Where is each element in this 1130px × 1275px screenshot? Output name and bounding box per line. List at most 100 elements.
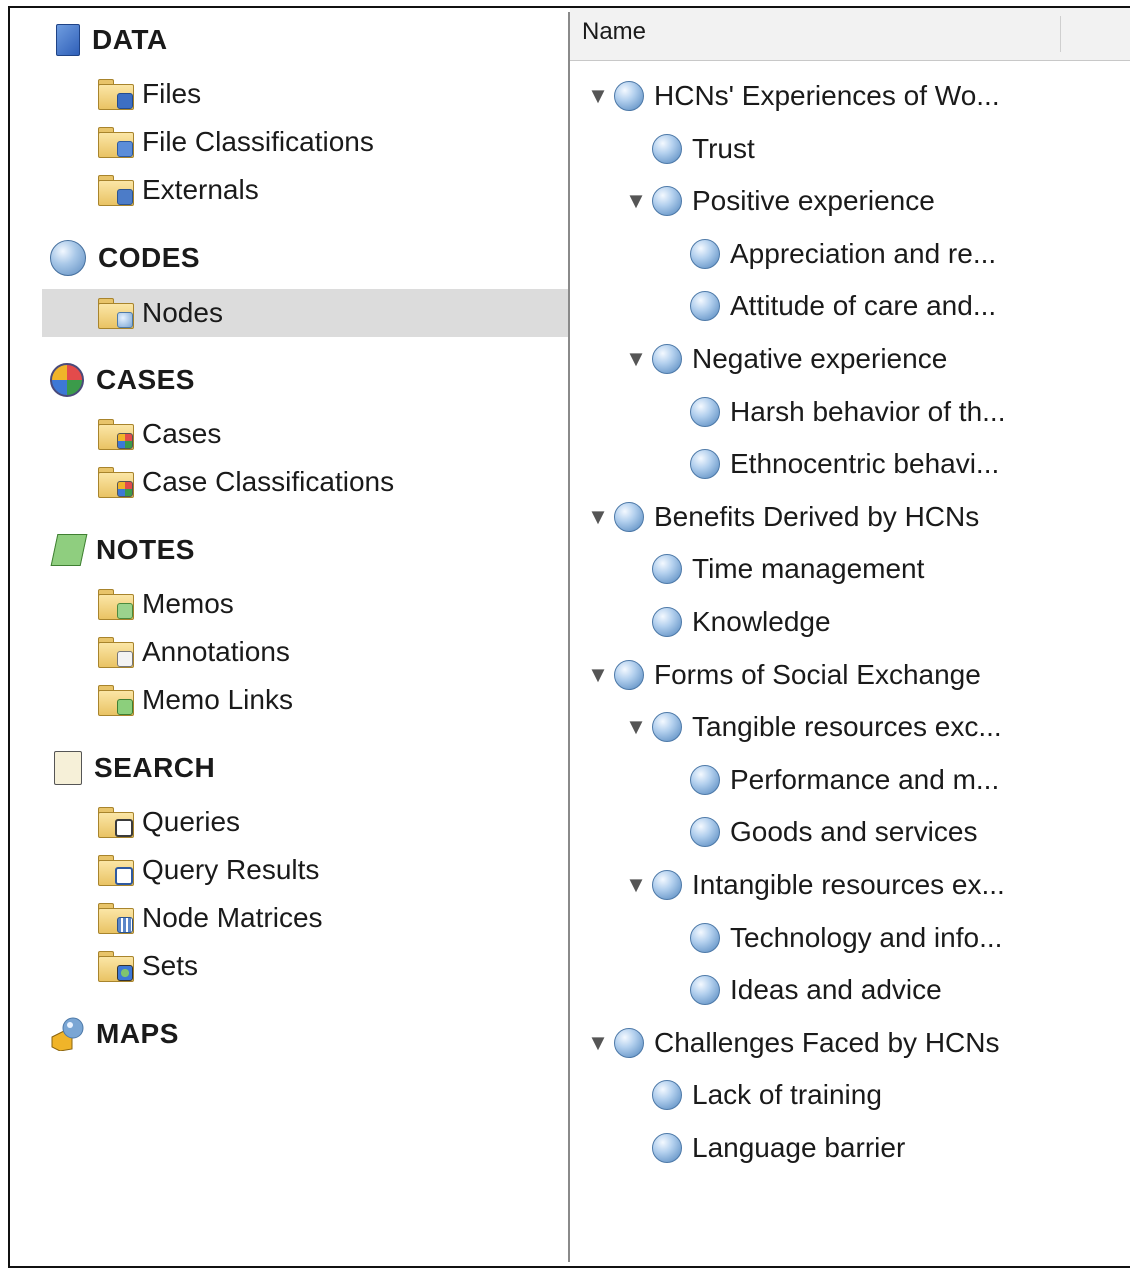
tree-row[interactable]: ▼Ethnocentric behavi... (662, 442, 999, 486)
tree-row-label: Technology and info... (730, 921, 1003, 953)
notepad-icon (50, 534, 88, 566)
expand-triangle-icon[interactable]: ▼ (624, 188, 648, 213)
maps-shapes-icon (51, 1017, 84, 1051)
sidebar-item-label: File Classifications (142, 126, 374, 157)
tree-row-label: Appreciation and re... (730, 237, 997, 269)
sidebar-item-nodes[interactable]: Nodes (42, 289, 568, 337)
tree-row[interactable]: ▼Harsh behavior of th... (662, 390, 1005, 434)
folder-sets-icon (98, 951, 134, 982)
folder-memos-icon (98, 589, 134, 620)
node-ball-icon (50, 240, 86, 276)
tree-row-label: Lack of training (692, 1079, 882, 1111)
sidebar-item-file-classifications[interactable]: File Classifications (10, 118, 568, 166)
sidebar-item-annotations[interactable]: Annotations (10, 628, 568, 676)
node-ball-icon (652, 186, 682, 217)
tree-row[interactable]: ▼ Positive experience (624, 179, 935, 223)
tree-row[interactable]: ▼ Negative experience (624, 337, 947, 381)
tree-row[interactable]: ▼Lack of training (624, 1073, 882, 1117)
node-ball-icon (690, 817, 720, 848)
sidebar-item-label: Case Classifications (142, 466, 395, 497)
tree-row-label: Challenges Faced by HCNs (654, 1026, 1000, 1058)
expand-triangle-icon[interactable]: ▼ (586, 83, 610, 108)
sidebar-item-query-results[interactable]: Query Results (10, 846, 568, 894)
nodes-list-panel: Name ▼HCNs' Experiences of Wo...▼Trust▼P… (570, 8, 1130, 1266)
tree-row-label: Negative experience (692, 343, 948, 374)
folder-file-classifications-icon (98, 127, 134, 158)
tree-row-label: Harsh behavior of th... (730, 395, 1006, 427)
sidebar-item-memos[interactable]: Memos (10, 580, 568, 628)
tree-row[interactable]: ▼Performance and m... (662, 758, 999, 802)
expand-triangle-icon[interactable]: ▼ (586, 504, 610, 529)
section-notes[interactable]: NOTES (50, 532, 195, 568)
case-pie-icon (50, 363, 84, 397)
tree-row[interactable]: ▼ Intangible resources ex... (624, 863, 1005, 907)
tree-row[interactable]: ▼Attitude of care and... (662, 284, 996, 328)
tree-row[interactable]: ▼ Forms of Social Exchange (586, 653, 981, 697)
tree-row[interactable]: ▼ HCNs' Experiences of Wo... (586, 74, 1000, 118)
node-ball-icon (614, 659, 644, 690)
sidebar-item-node-matrices[interactable]: Node Matrices (10, 894, 568, 942)
folder-nodes-icon (98, 298, 134, 329)
list-header: Name (570, 8, 1130, 61)
sidebar-item-sets[interactable]: Sets (10, 942, 568, 990)
node-ball-icon (652, 870, 682, 900)
section-notes-title: NOTES (96, 534, 195, 565)
section-cases[interactable]: CASES (50, 362, 195, 398)
sidebar-item-queries[interactable]: Queries (10, 798, 568, 846)
tree-row-label: Goods and services (730, 816, 978, 848)
section-maps[interactable]: MAPS (50, 1016, 179, 1052)
tree-row[interactable]: ▼Knowledge (624, 600, 831, 644)
tree-row[interactable]: ▼Goods and services (662, 810, 977, 854)
sidebar-item-cases[interactable]: Cases (10, 410, 568, 458)
node-ball-icon (652, 712, 682, 743)
folder-memo-links-icon (98, 685, 134, 716)
node-ball-icon (690, 396, 720, 427)
expand-triangle-icon[interactable]: ▼ (586, 1030, 610, 1055)
tree-row-label: Positive experience (692, 185, 935, 217)
data-book-icon (56, 24, 80, 56)
node-ball-icon (652, 1080, 682, 1111)
sidebar-item-label: Queries (142, 806, 241, 837)
column-header-name[interactable]: Name (582, 18, 646, 46)
tree-row-label: Trust (692, 132, 755, 164)
sidebar-item-label: Node Matrices (142, 902, 323, 933)
expand-triangle-icon[interactable]: ▼ (624, 872, 648, 897)
node-ball-icon (614, 1027, 644, 1058)
folder-case-classifications-icon (98, 467, 134, 498)
section-data[interactable]: DATA (50, 22, 168, 58)
tree-row-label: Forms of Social Exchange (654, 658, 981, 690)
tree-row[interactable]: ▼Trust (624, 127, 755, 171)
node-ball-icon (690, 449, 720, 480)
tree-row[interactable]: ▼ Tangible resources exc... (624, 705, 1002, 749)
tree-row[interactable]: ▼Time management (624, 547, 924, 591)
column-separator[interactable] (1060, 16, 1061, 52)
sidebar-item-label: Files (142, 78, 202, 109)
sidebar-item-label: Memos (142, 588, 234, 619)
sidebar-item-case-classifications[interactable]: Case Classifications (10, 458, 568, 506)
tree-row[interactable]: ▼Technology and info... (662, 916, 1002, 960)
expand-triangle-icon[interactable]: ▼ (624, 346, 648, 371)
sidebar-item-files[interactable]: Files (10, 70, 568, 118)
tree-row-label: Language barrier (692, 1132, 906, 1163)
tree-row-label: Benefits Derived by HCNs (654, 500, 980, 532)
tree-row[interactable]: ▼Appreciation and re... (662, 232, 996, 276)
tree-row-label: Ideas and advice (730, 974, 942, 1006)
tree-row[interactable]: ▼ Benefits Derived by HCNs (586, 495, 979, 539)
folder-cases-icon (98, 419, 134, 450)
tree-row[interactable]: ▼Language barrier (624, 1126, 905, 1170)
expand-triangle-icon[interactable]: ▼ (586, 662, 610, 687)
expand-triangle-icon[interactable]: ▼ (624, 714, 648, 739)
section-search[interactable]: SEARCH (50, 750, 215, 786)
tree-row-label: HCNs' Experiences of Wo... (654, 80, 1000, 111)
section-data-title: DATA (92, 24, 168, 55)
tree-row[interactable]: ▼ Challenges Faced by HCNs (586, 1021, 1000, 1065)
tree-row[interactable]: ▼Ideas and advice (662, 968, 942, 1012)
sidebar-item-externals[interactable]: Externals (10, 166, 568, 214)
sidebar-item-label: Annotations (142, 636, 290, 667)
section-cases-title: CASES (96, 364, 195, 395)
tree-row-label: Intangible resources ex... (692, 869, 1005, 900)
tree-row-label: Ethnocentric behavi... (730, 448, 1000, 480)
node-ball-icon (652, 344, 682, 374)
sidebar-item-memo-links[interactable]: Memo Links (10, 676, 568, 724)
section-codes[interactable]: CODES (50, 240, 200, 276)
